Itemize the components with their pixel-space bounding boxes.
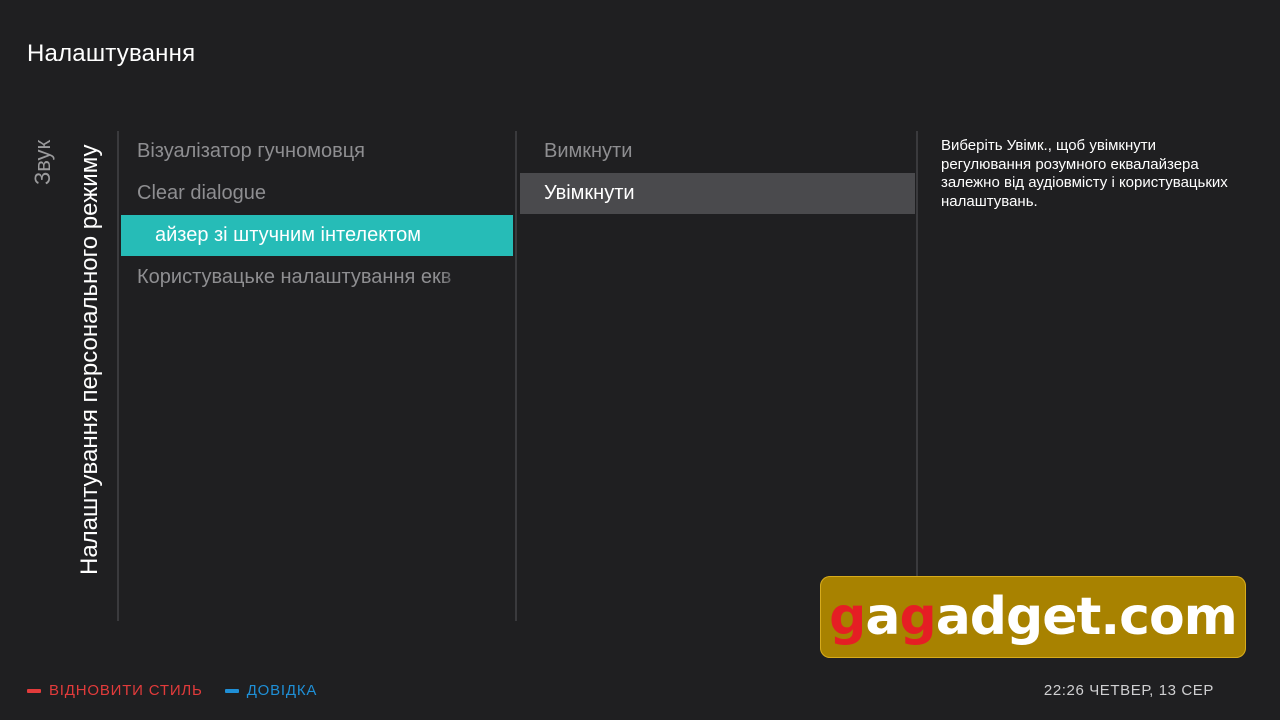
blue-key-label: ДОВІДКА xyxy=(246,682,318,699)
option-label: Увімкнути xyxy=(544,182,635,204)
red-key-label: ВІДНОВИТИ СТИЛЬ xyxy=(49,682,203,699)
page-title: Налаштування xyxy=(27,40,196,67)
settings-menu: Візуалізатор гучномовця Clear dialogue а… xyxy=(121,131,513,299)
color-key-bar: ВІДНОВИТИ СТИЛЬ ДОВІДКА xyxy=(27,682,339,699)
red-key-restore-style[interactable]: ВІДНОВИТИ СТИЛЬ xyxy=(27,682,203,699)
menu-item-label: айзер зі штучним інтелектом xyxy=(154,224,421,246)
option-off[interactable]: Вимкнути xyxy=(520,131,915,172)
breadcrumb-current: Налаштування персонального режиму xyxy=(76,144,103,575)
column-divider xyxy=(916,131,918,621)
settings-screen: Налаштування Звук Налаштування персональ… xyxy=(0,0,1280,720)
watermark-text: gagadget.com xyxy=(829,587,1238,647)
gagadget-watermark-logo: gagadget.com xyxy=(820,576,1246,658)
help-description: Виберіть Увімк., щоб увімкнути регулюван… xyxy=(941,137,1228,210)
menu-item-custom-eq[interactable]: Користувацьке налаштування екв xyxy=(121,257,513,298)
blue-key-help[interactable]: ДОВІДКА xyxy=(224,682,318,699)
menu-item-speaker-visualizer[interactable]: Візуалізатор гучномовця xyxy=(121,131,513,172)
column-divider xyxy=(515,131,517,621)
column-divider xyxy=(117,131,119,621)
menu-item-ai-equalizer[interactable]: айзер зі штучним інтелектом xyxy=(121,215,513,256)
option-on[interactable]: Увімкнути xyxy=(520,173,915,214)
option-label: Вимкнути xyxy=(544,140,633,162)
red-key-icon xyxy=(27,688,41,693)
menu-item-clear-dialogue[interactable]: Clear dialogue xyxy=(121,173,513,214)
menu-item-label: Візуалізатор гучномовця xyxy=(137,140,365,162)
blue-key-icon xyxy=(224,688,239,693)
breadcrumb-parent[interactable]: Звук xyxy=(30,140,56,185)
menu-item-label: Користувацьке налаштування екв xyxy=(137,266,452,288)
menu-item-label: Clear dialogue xyxy=(137,182,266,204)
options-list: Вимкнути Увімкнути xyxy=(520,131,915,215)
clock-date: 22:26 ЧЕТВЕР, 13 СЕР xyxy=(1043,682,1214,699)
